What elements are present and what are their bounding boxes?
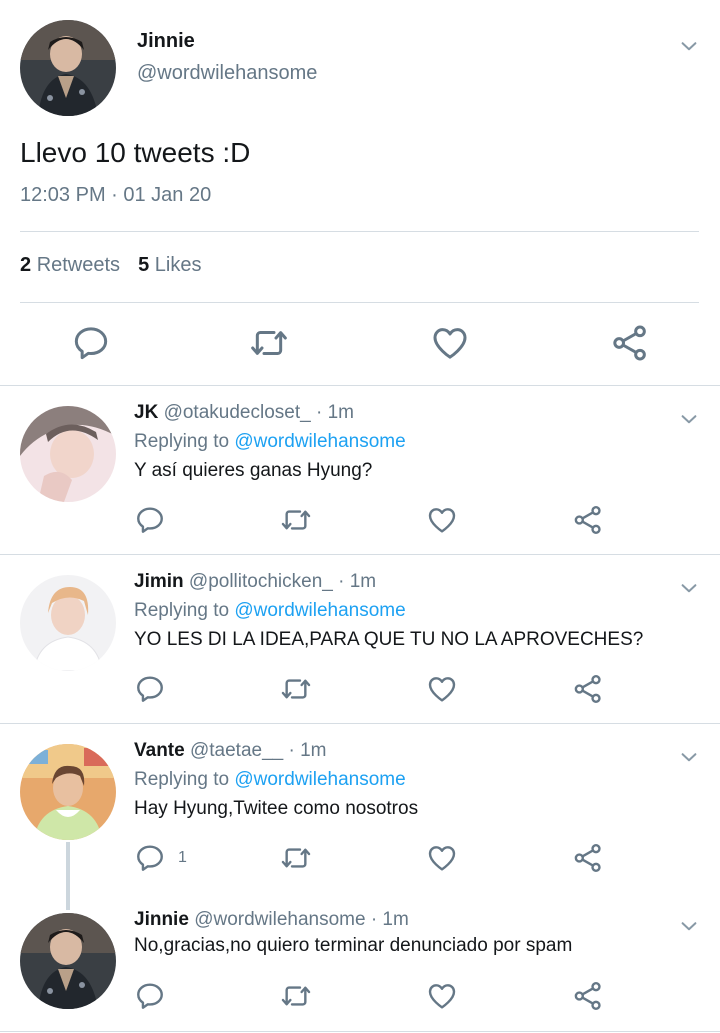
like-icon[interactable] xyxy=(426,504,458,536)
retweet-icon[interactable] xyxy=(249,323,289,363)
mention-link[interactable]: @wordwilehansome xyxy=(234,769,405,790)
like-icon[interactable] xyxy=(426,842,458,874)
like-icon[interactable] xyxy=(426,980,458,1012)
avatar[interactable] xyxy=(20,913,116,1009)
tweet-timestamp[interactable]: 12:03 PM · 01 Jan 20 xyxy=(20,184,211,207)
author-handle[interactable]: @wordwilehansome · 1m xyxy=(194,909,409,930)
avatar[interactable] xyxy=(20,575,116,671)
author-name[interactable]: Vante xyxy=(134,740,185,761)
share-icon[interactable] xyxy=(572,673,604,705)
author-handle[interactable]: @otakudecloset_ · 1m xyxy=(164,402,354,423)
reply-text: No,gracias,no quiero terminar denunciado… xyxy=(134,935,573,956)
chevron-down-icon[interactable] xyxy=(678,746,700,768)
divider xyxy=(20,302,699,303)
author-name[interactable]: Jimin xyxy=(134,571,184,592)
share-icon[interactable] xyxy=(572,980,604,1012)
replying-to: Replying to @wordwilehansome xyxy=(134,769,406,790)
replying-to: Replying to @wordwilehansome xyxy=(134,600,406,621)
author-name[interactable]: Jinnie xyxy=(137,30,195,53)
author-name[interactable]: Jinnie xyxy=(134,909,189,930)
retweets-stat[interactable]: 2 Retweets xyxy=(20,254,120,276)
replying-to: Replying to @wordwilehansome xyxy=(134,431,406,452)
retweet-icon[interactable] xyxy=(280,980,312,1012)
reply-icon[interactable] xyxy=(134,504,166,536)
retweet-icon[interactable] xyxy=(280,504,312,536)
author-name[interactable]: JK xyxy=(134,402,158,423)
likes-stat[interactable]: 5 Likes xyxy=(138,254,201,276)
chevron-down-icon[interactable] xyxy=(678,577,700,599)
share-icon[interactable] xyxy=(572,842,604,874)
reply-text: Y así quieres ganas Hyung? xyxy=(134,460,373,481)
reply-header: JK @otakudecloset_ · 1m xyxy=(134,402,354,424)
like-icon[interactable] xyxy=(426,673,458,705)
reply-tweet[interactable]: Jinnie @wordwilehansome · 1m No,gracias,… xyxy=(0,893,720,1031)
reply-icon[interactable] xyxy=(134,980,166,1012)
author-handle[interactable]: @taetae__ · 1m xyxy=(190,740,327,761)
avatar[interactable] xyxy=(20,20,116,116)
chevron-down-icon[interactable] xyxy=(678,915,700,937)
reply-count: 1 xyxy=(178,849,187,866)
share-icon[interactable] xyxy=(572,504,604,536)
reply-icon[interactable] xyxy=(71,323,111,363)
divider xyxy=(20,231,699,232)
author-handle[interactable]: @wordwilehansome xyxy=(137,62,317,85)
reply-header: Vante @taetae__ · 1m xyxy=(134,740,327,762)
divider xyxy=(0,1031,720,1032)
avatar[interactable] xyxy=(20,744,116,840)
mention-link[interactable]: @wordwilehansome xyxy=(234,431,405,452)
avatar[interactable] xyxy=(20,406,116,502)
tweet-text: Llevo 10 tweets :D xyxy=(20,137,251,168)
reply-text: YO LES DI LA IDEA,PARA QUE TU NO LA APRO… xyxy=(134,629,644,650)
retweet-icon[interactable] xyxy=(280,842,312,874)
reply-text: Hay Hyung,Twitee como nosotros xyxy=(134,798,419,819)
reply-tweet[interactable]: Vante @taetae__ · 1m Replying to @wordwi… xyxy=(0,724,720,892)
reply-header: Jimin @pollitochicken_ · 1m xyxy=(134,571,376,593)
like-icon[interactable] xyxy=(430,323,470,363)
share-icon[interactable] xyxy=(610,323,650,363)
chevron-down-icon[interactable] xyxy=(678,35,700,57)
chevron-down-icon[interactable] xyxy=(678,408,700,430)
reply-tweet[interactable]: JK @otakudecloset_ · 1m Replying to @wor… xyxy=(0,386,720,554)
reply-tweet[interactable]: Jimin @pollitochicken_ · 1m Replying to … xyxy=(0,555,720,723)
retweet-icon[interactable] xyxy=(280,673,312,705)
reply-header: Jinnie @wordwilehansome · 1m xyxy=(134,909,409,931)
reply-icon[interactable] xyxy=(134,673,166,705)
mention-link[interactable]: @wordwilehansome xyxy=(234,600,405,621)
tweet-stats: 2 Retweets 5 Likes xyxy=(20,254,201,277)
reply-icon[interactable] xyxy=(134,842,166,874)
author-handle[interactable]: @pollitochicken_ · 1m xyxy=(189,571,376,592)
